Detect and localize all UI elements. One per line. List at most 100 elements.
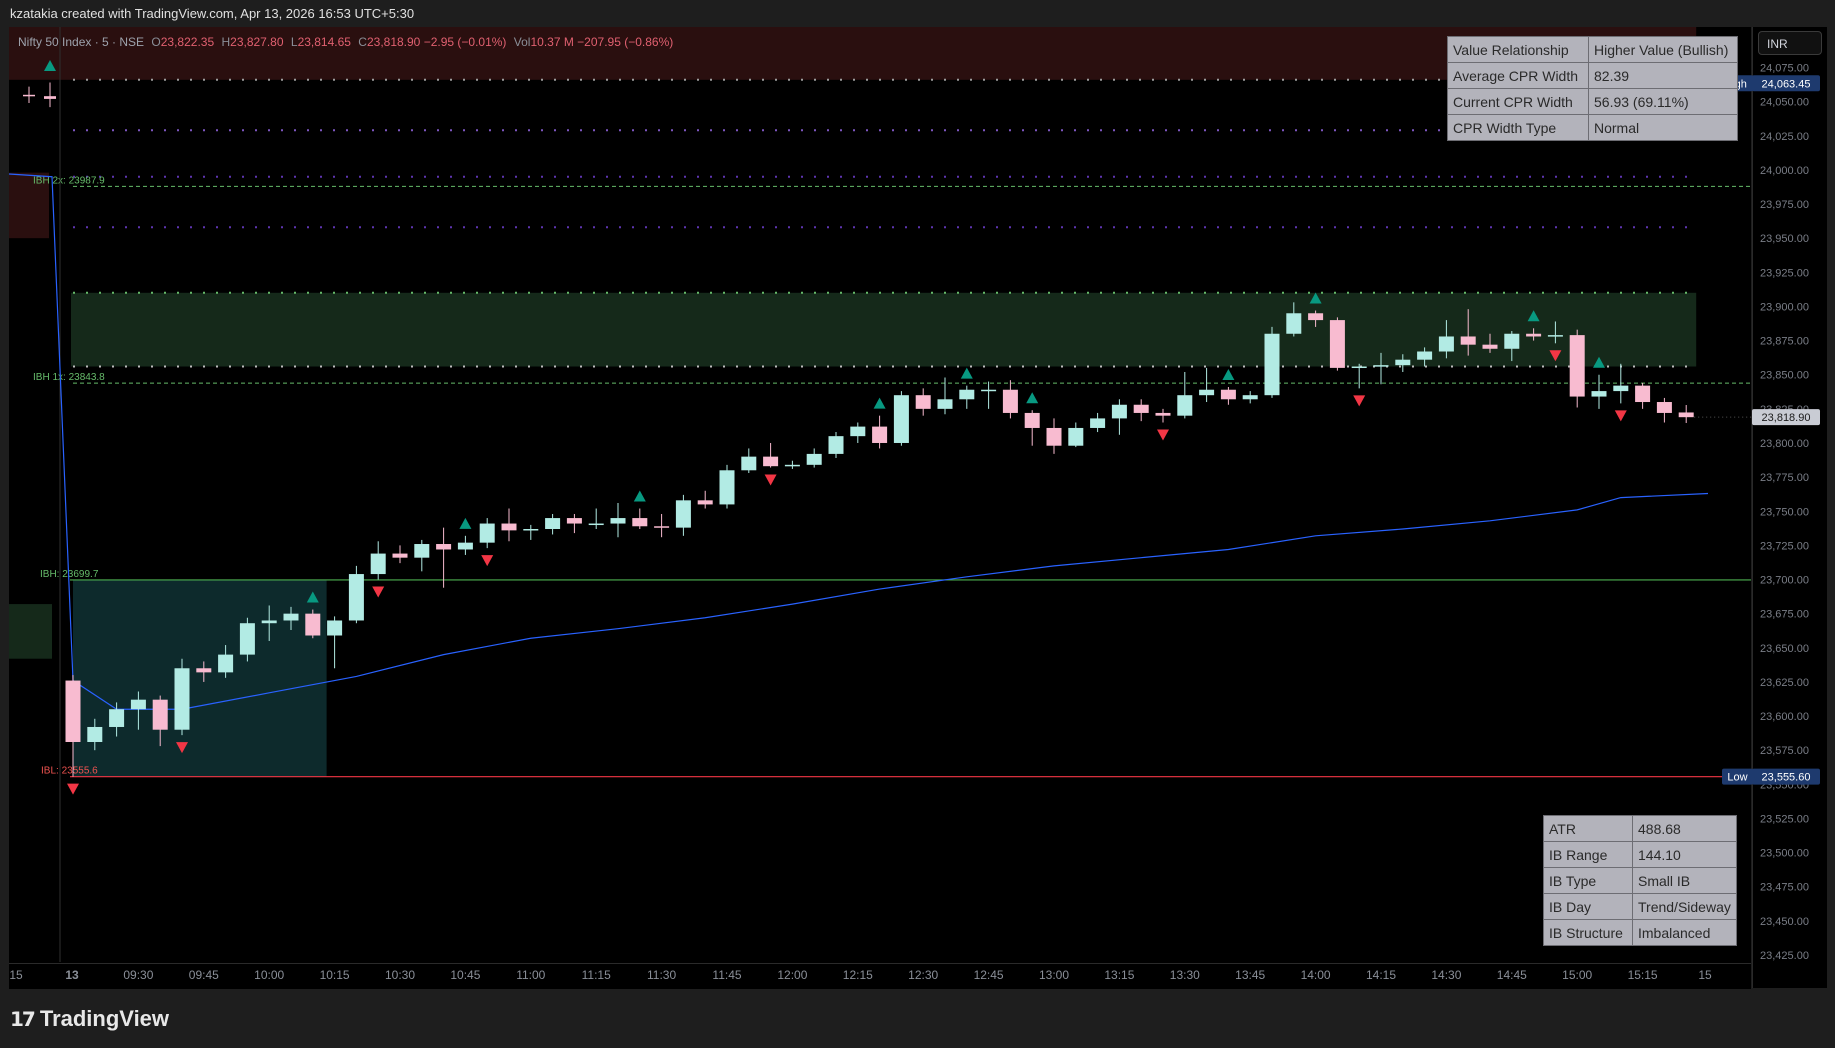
change-value: −2.95 (−0.01%) (423, 35, 507, 49)
prev-cpr-zone (9, 604, 52, 659)
symbol-legend[interactable]: Nifty 50 Index · 5 · NSE O23,822.35 H23,… (18, 35, 673, 49)
candle (806, 453, 822, 465)
ib-label: ATR (1543, 815, 1633, 842)
x-tick-label: 11:15 (582, 968, 611, 982)
candle (1220, 389, 1236, 400)
table-row: Current CPR Width 56.93 (69.11%) (1447, 88, 1738, 115)
candle (1264, 333, 1280, 396)
ib-info-table: ATR 488.68 IB Range 144.10 IB Type Small IB… (1543, 815, 1737, 946)
table-row: ATR 488.68 (1543, 815, 1737, 842)
ibh-2x-label: IBH 2x: 23987.9 (33, 175, 105, 186)
currency-button[interactable]: INR (1758, 31, 1822, 55)
cpr-value: Higher Value (Bullish) (1588, 36, 1738, 63)
table-row: CPR Width Type Normal (1447, 114, 1738, 141)
x-tick-label: 15 (9, 968, 23, 982)
sell-signal-marker (481, 555, 494, 567)
x-tick-label: 10:30 (385, 968, 415, 982)
sell-signal-marker (372, 586, 385, 598)
x-tick-label: 11:00 (516, 968, 545, 982)
candle (239, 623, 255, 655)
candle (610, 518, 626, 524)
y-tick-label: 24,050.00 (1760, 97, 1809, 109)
buy-signal-marker (459, 517, 472, 529)
x-tick-label: 15:00 (1562, 968, 1592, 982)
candle (479, 523, 495, 543)
candle (1526, 333, 1542, 337)
day-change-value: −207.95 (−0.86%) (577, 35, 674, 49)
x-tick-label: 12:00 (777, 968, 807, 982)
low-badge-value: 23,555.60 (1762, 772, 1811, 784)
prev-candle (44, 96, 56, 99)
cpr-value: 56.93 (69.11%) (1588, 88, 1738, 115)
candle (1111, 404, 1127, 419)
candle (1002, 389, 1018, 413)
candle (218, 654, 234, 673)
candle (1090, 418, 1106, 428)
candle (893, 395, 909, 443)
x-tick-label: 13:30 (1170, 968, 1200, 982)
y-tick-label: 23,450.00 (1760, 916, 1809, 928)
candle (872, 426, 888, 443)
x-tick-label: 09:30 (123, 968, 153, 982)
candle (588, 523, 604, 526)
candle (1177, 395, 1193, 416)
candle (1155, 412, 1171, 416)
last-price-badge: 23,818.90 (1762, 412, 1811, 424)
table-row: IB Day Trend/Sideway (1543, 893, 1737, 920)
candle (719, 470, 735, 505)
candle (1656, 402, 1672, 413)
candle (654, 526, 670, 528)
ib-label: IB Range (1543, 841, 1633, 868)
tradingview-logo[interactable]: 𝟭𝟳 TradingView (10, 1006, 169, 1032)
low-badge-label: Low (1727, 772, 1747, 784)
candle (436, 544, 452, 550)
x-tick-label: 14:45 (1497, 968, 1527, 982)
candle (65, 680, 81, 742)
candle (1613, 385, 1629, 392)
y-tick-label: 23,800.00 (1760, 438, 1809, 450)
candle (632, 518, 648, 527)
y-tick-label: 23,775.00 (1760, 472, 1809, 484)
ib-value: Small IB (1632, 867, 1737, 894)
candle (1678, 412, 1694, 418)
table-row: IB Range 144.10 (1543, 841, 1737, 868)
candle (763, 456, 779, 467)
y-tick-label: 24,025.00 (1760, 131, 1809, 143)
symbol-name: Nifty 50 Index · 5 · NSE (18, 35, 145, 49)
y-tick-label: 24,075.00 (1760, 63, 1809, 75)
candle (1329, 320, 1345, 368)
table-row: IB Type Small IB (1543, 867, 1737, 894)
candle (697, 500, 713, 505)
candle (261, 620, 277, 624)
x-tick-label: 13:15 (1104, 968, 1134, 982)
x-tick-label: 14:15 (1366, 968, 1396, 982)
ib-label: IB Type (1543, 867, 1633, 894)
candle (937, 399, 953, 409)
x-tick-label: 10:15 (320, 968, 350, 982)
close-label: C (358, 35, 367, 49)
x-tick-label: 12:45 (974, 968, 1004, 982)
ib-label: IB Day (1543, 893, 1633, 920)
buy-signal-marker (1026, 392, 1039, 404)
candle (523, 529, 539, 531)
candle (850, 426, 866, 437)
candle (305, 613, 321, 636)
x-tick-label: 14:00 (1301, 968, 1331, 982)
candle (1133, 404, 1149, 413)
x-tick-label: 15:15 (1628, 968, 1658, 982)
sell-signal-marker (764, 474, 777, 486)
x-tick-label: 12:30 (908, 968, 938, 982)
x-tick-label: 09:45 (189, 968, 219, 982)
ib-value: 144.10 (1632, 841, 1737, 868)
candle (1351, 366, 1367, 369)
initial-balance-zone (73, 579, 327, 777)
ib-label: IB Structure (1543, 919, 1633, 946)
y-tick-label: 23,750.00 (1760, 506, 1809, 518)
sell-signal-marker (1353, 395, 1366, 407)
candle (1591, 391, 1607, 397)
x-tick-label: 15 (1698, 968, 1712, 982)
sell-signal-marker (67, 783, 79, 795)
volume-label: Vol (513, 35, 531, 49)
candle (174, 668, 190, 730)
y-tick-label: 23,925.00 (1760, 267, 1809, 279)
